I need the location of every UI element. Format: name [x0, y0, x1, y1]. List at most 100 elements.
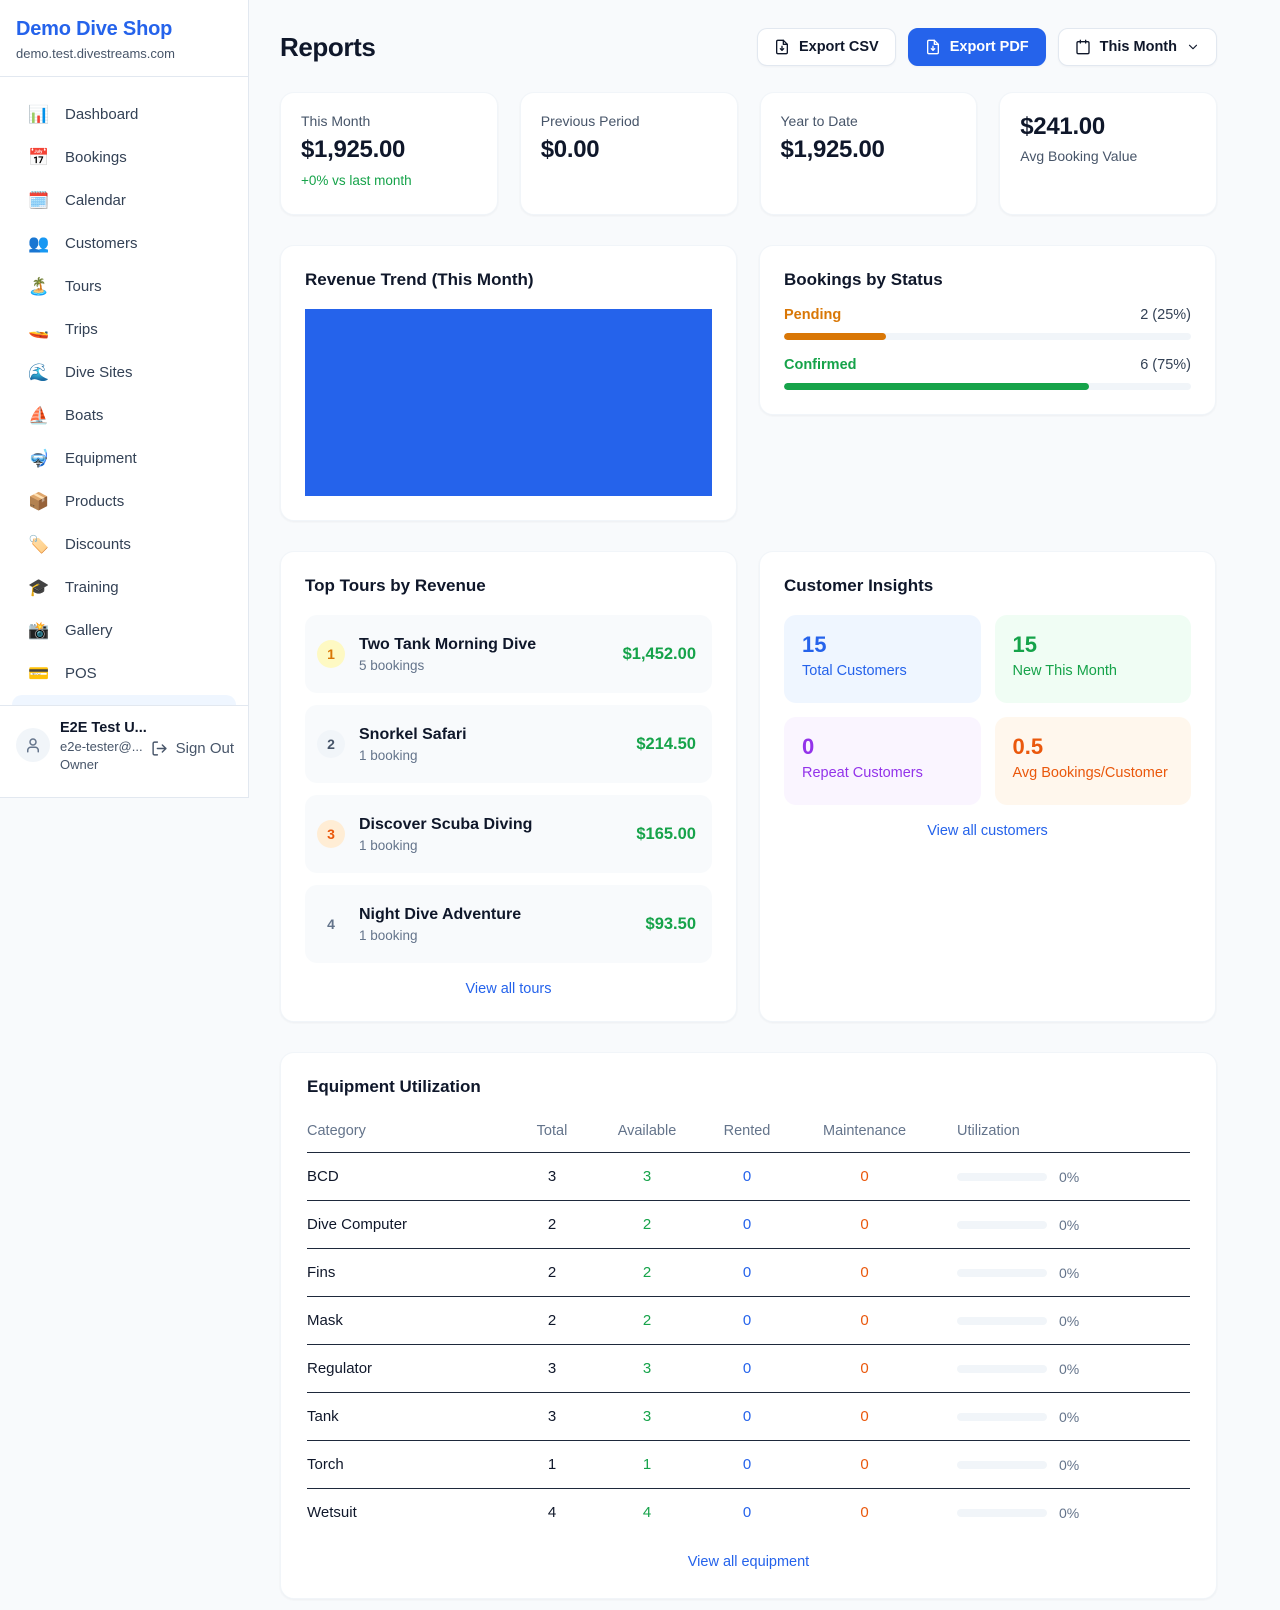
utilization-percent: 0%	[1059, 1265, 1079, 1281]
utilization-bar-track	[957, 1365, 1047, 1373]
cell-rented: 0	[697, 1489, 797, 1537]
insight-grid: 15 Total Customers 15 New This Month 0 R…	[784, 615, 1191, 805]
period-label: This Month	[1100, 39, 1177, 55]
stat-label: Avg Booking Value	[1020, 148, 1196, 164]
revenue-trend-title: Revenue Trend (This Month)	[305, 270, 712, 290]
stat-card-year-to-date: Year to Date $1,925.00	[760, 92, 978, 215]
cell-available: 3	[597, 1345, 697, 1393]
cell-maintenance: 0	[797, 1249, 932, 1297]
sidebar-item-discounts[interactable]: 🏷️Discounts	[12, 523, 236, 566]
sidebar-item-gallery[interactable]: 📸Gallery	[12, 609, 236, 652]
table-row: Wetsuit 4 4 0 0 0%	[307, 1489, 1190, 1537]
sidebar-item-bookings[interactable]: 📅Bookings	[12, 136, 236, 179]
sidebar-item-label: Equipment	[65, 450, 137, 467]
sidebar-item-training[interactable]: 🎓 Training	[12, 566, 236, 609]
insight-value: 0.5	[1013, 734, 1174, 760]
view-all-tours-link[interactable]: View all tours	[305, 981, 712, 997]
cell-rented: 0	[697, 1153, 797, 1201]
boats-sailboat-icon: ⛵	[28, 407, 50, 424]
file-download-icon	[774, 39, 790, 55]
status-bar-track	[784, 333, 1191, 340]
cell-maintenance: 0	[797, 1345, 932, 1393]
status-bar-track	[784, 383, 1191, 390]
shop-name: Demo Dive Shop	[16, 18, 232, 41]
sidebar-item-calendar[interactable]: 🗓️Calendar	[12, 179, 236, 222]
cell-category: Torch	[307, 1441, 507, 1489]
cell-rented: 0	[697, 1297, 797, 1345]
stat-value: $1,925.00	[781, 136, 957, 164]
gallery-camera-icon: 📸	[28, 622, 50, 639]
sidebar-item-trips[interactable]: 🚤 Trips	[12, 308, 236, 351]
bookings-by-status-title: Bookings by Status	[784, 270, 1191, 290]
sidebar-item-pos[interactable]: 💳POS	[12, 652, 236, 695]
insight-value: 15	[1013, 632, 1174, 658]
cell-category: Mask	[307, 1297, 507, 1345]
cell-maintenance: 0	[797, 1489, 932, 1537]
cell-rented: 0	[697, 1441, 797, 1489]
tour-amount: $1,452.00	[623, 645, 696, 664]
main-content: Reports Export CSV Export PDF This Month…	[249, 0, 1217, 1599]
sidebar-item-label: Discounts	[65, 536, 131, 553]
bookings-by-status-card: Bookings by Status Pending 2 (25%) Confi…	[759, 245, 1216, 415]
tour-row[interactable]: 1 Two Tank Morning Dive5 bookings $1,452…	[305, 615, 712, 693]
tour-bookings: 1 booking	[359, 928, 521, 943]
utilization-percent: 0%	[1059, 1457, 1079, 1473]
chevron-down-icon	[1186, 40, 1200, 54]
cell-category: Fins	[307, 1249, 507, 1297]
status-label-pending: Pending	[784, 307, 841, 323]
sidebar-item-boats[interactable]: ⛵Boats	[12, 394, 236, 437]
sidebar-item-label: Trips	[65, 321, 98, 338]
utilization-bar-track	[957, 1317, 1047, 1325]
stat-value: $1,925.00	[301, 136, 477, 164]
table-row: Dive Computer 2 2 0 0 0%	[307, 1201, 1190, 1249]
tour-row[interactable]: 2 Snorkel Safari1 booking $214.50	[305, 705, 712, 783]
sidebar-item-dashboard[interactable]: 📊Dashboard	[12, 93, 236, 136]
sidebar-item-equipment[interactable]: 🤿Equipment	[12, 437, 236, 480]
cell-available: 2	[597, 1297, 697, 1345]
table-header-row: Category Total Available Rented Maintena…	[307, 1113, 1190, 1153]
revenue-bar	[305, 309, 712, 496]
utilization-percent: 0%	[1059, 1313, 1079, 1329]
training-cap-icon: 🎓	[28, 579, 50, 596]
utilization-bar-track	[957, 1269, 1047, 1277]
tour-name: Discover Scuba Diving	[359, 816, 532, 834]
tour-bookings: 5 bookings	[359, 658, 536, 673]
tour-row[interactable]: 4 Night Dive Adventure1 booking $93.50	[305, 885, 712, 963]
export-csv-button[interactable]: Export CSV	[757, 28, 896, 66]
tour-row[interactable]: 3 Discover Scuba Diving1 booking $165.00	[305, 795, 712, 873]
export-pdf-button[interactable]: Export PDF	[908, 28, 1046, 66]
cell-maintenance: 0	[797, 1201, 932, 1249]
view-all-equipment-link[interactable]: View all equipment	[307, 1554, 1190, 1570]
view-all-customers-link[interactable]: View all customers	[784, 823, 1191, 839]
period-select[interactable]: This Month	[1058, 28, 1217, 66]
sign-out-label: Sign Out	[176, 740, 234, 757]
utilization-bar-track	[957, 1461, 1047, 1469]
stat-value: $241.00	[1020, 113, 1196, 141]
stat-label: Year to Date	[781, 113, 957, 129]
products-box-icon: 📦	[28, 493, 50, 510]
insight-label: Repeat Customers	[802, 765, 963, 781]
sidebar-item-customers[interactable]: 👥Customers	[12, 222, 236, 265]
insight-value: 0	[802, 734, 963, 760]
cell-available: 4	[597, 1489, 697, 1537]
table-row: Fins 2 2 0 0 0%	[307, 1249, 1190, 1297]
equipment-table-body: BCD 3 3 0 0 0% Dive Computer 2 2 0 0 0% …	[307, 1153, 1190, 1537]
status-count-confirmed: 6 (75%)	[1140, 357, 1191, 373]
active-nav-highlight[interactable]	[12, 695, 236, 705]
sidebar-item-tours[interactable]: 🏝️Tours	[12, 265, 236, 308]
page-header: Reports Export CSV Export PDF This Month	[280, 28, 1217, 66]
equipment-utilization-card: Equipment Utilization Category Total Ava…	[280, 1052, 1217, 1599]
utilization-percent: 0%	[1059, 1217, 1079, 1233]
sign-out-button[interactable]: Sign Out	[151, 740, 234, 757]
sidebar-item-products[interactable]: 📦Products	[12, 480, 236, 523]
trips-speedboat-icon: 🚤	[28, 321, 50, 338]
sidebar: Demo Dive Shop demo.test.divestreams.com…	[0, 0, 249, 798]
stat-label: Previous Period	[541, 113, 717, 129]
cell-total: 3	[507, 1393, 597, 1441]
rank-badge: 1	[317, 640, 345, 668]
cell-maintenance: 0	[797, 1441, 932, 1489]
stat-delta: +0% vs last month	[301, 173, 477, 188]
sidebar-item-label: Training	[65, 579, 119, 596]
calendar-icon: 🗓️	[28, 192, 50, 209]
sidebar-item-dive-sites[interactable]: 🌊Dive Sites	[12, 351, 236, 394]
